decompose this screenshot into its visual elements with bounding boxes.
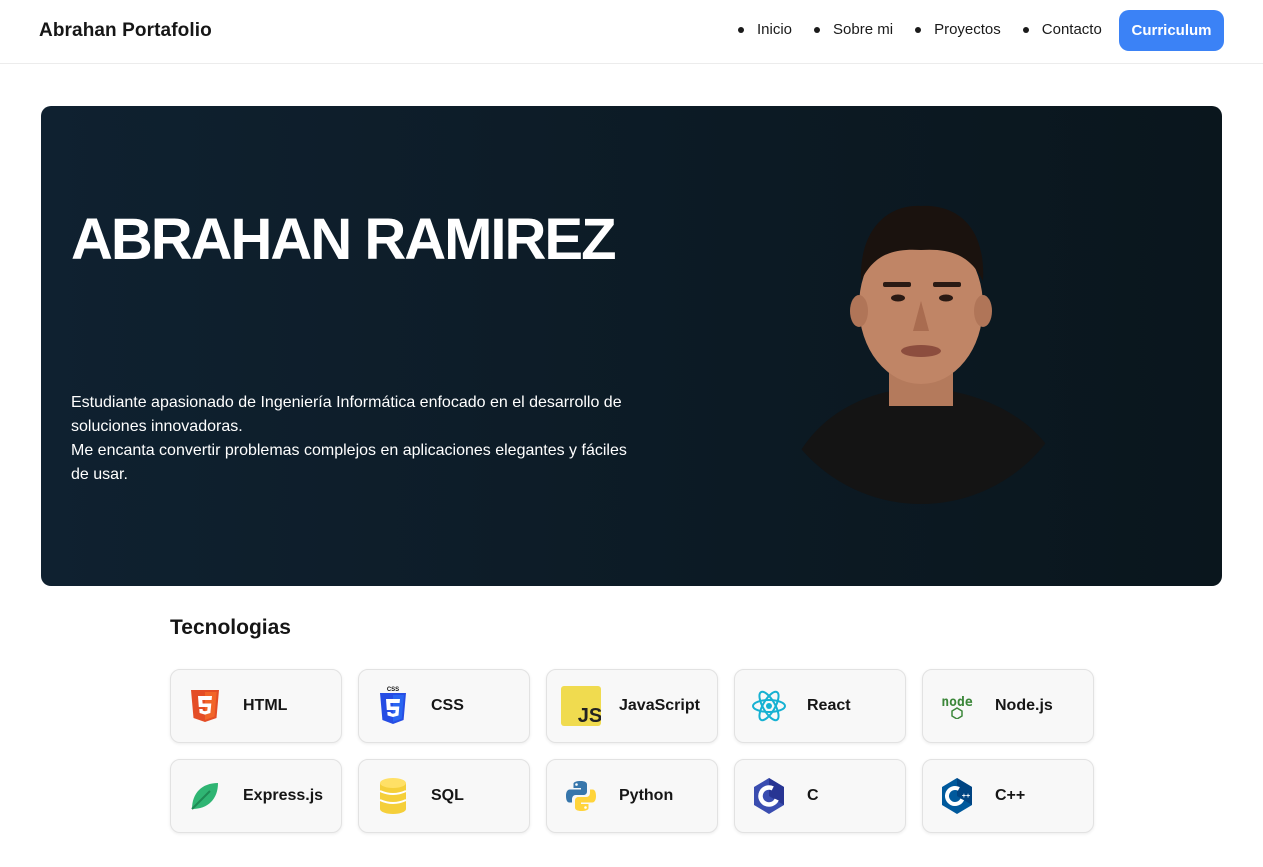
- tech-card-javascript[interactable]: JS JavaScript: [546, 669, 718, 743]
- tech-card-css[interactable]: CSS CSS: [358, 669, 530, 743]
- tech-label: Node.js: [995, 697, 1053, 714]
- tech-card-html[interactable]: HTML: [170, 669, 342, 743]
- nav-item-label: Sobre mi: [833, 21, 894, 38]
- nav-item-proyectos[interactable]: Proyectos: [915, 21, 1001, 38]
- nav-item-contacto[interactable]: Contacto: [1022, 21, 1102, 38]
- database-icon: [373, 776, 413, 816]
- tech-label: Express.js: [243, 787, 324, 804]
- hero-description: Estudiante apasionado de Ingeniería Info…: [71, 391, 631, 487]
- tech-label: HTML: [243, 697, 288, 714]
- react-icon: [749, 686, 789, 726]
- nav-item-label: Inicio: [757, 21, 793, 38]
- leaf-icon: [185, 776, 225, 816]
- tech-card-react[interactable]: React: [734, 669, 906, 743]
- hero-title: ABRAHAN RAMIREZ: [71, 207, 617, 272]
- c-icon: [749, 776, 789, 816]
- tech-label: React: [807, 697, 851, 714]
- tech-card-sql[interactable]: SQL: [358, 759, 530, 833]
- hero-banner: ABRAHAN RAMIREZ Estudiante apasionado de…: [41, 106, 1222, 586]
- top-navbar: Abrahan Portafolio Inicio Sobre mi Proye…: [0, 0, 1263, 64]
- main-nav: Inicio Sobre mi Proyectos Contacto: [738, 21, 1102, 38]
- tech-card-cplusplus[interactable]: ++ C++: [922, 759, 1094, 833]
- nav-item-sobre-mi[interactable]: Sobre mi: [814, 21, 893, 38]
- tech-label: JavaScript: [619, 697, 700, 714]
- svg-text:CSS: CSS: [387, 687, 399, 693]
- tech-card-nodejs[interactable]: node Node.js: [922, 669, 1094, 743]
- bullet-icon: [1022, 26, 1029, 33]
- tech-label: C: [807, 787, 819, 804]
- tech-label: SQL: [431, 787, 464, 804]
- curriculum-button[interactable]: Curriculum: [1119, 10, 1224, 51]
- nav-item-label: Proyectos: [934, 21, 1001, 38]
- html5-icon: [185, 686, 225, 726]
- hero-description-line: Me encanta convertir problemas complejos…: [71, 442, 627, 483]
- svg-text:++: ++: [962, 793, 970, 800]
- nodejs-icon: node: [937, 686, 977, 726]
- svg-text:JS: JS: [578, 705, 601, 726]
- technologies-title: Tecnologias: [170, 616, 291, 639]
- bullet-icon: [738, 26, 744, 33]
- python-icon: [561, 776, 601, 816]
- css3-icon: CSS: [373, 686, 413, 726]
- cplusplus-icon: ++: [937, 776, 977, 816]
- tech-label: C++: [995, 787, 1026, 804]
- technologies-grid: HTML CSS CSS JS JavaScript React node No…: [170, 669, 1094, 833]
- nav-item-inicio[interactable]: Inicio: [738, 21, 792, 38]
- tech-card-expressjs[interactable]: Express.js: [170, 759, 342, 833]
- tech-label: Python: [619, 787, 674, 804]
- tech-card-c[interactable]: C: [734, 759, 906, 833]
- tech-card-python[interactable]: Python: [546, 759, 718, 833]
- javascript-icon: JS: [561, 686, 601, 726]
- hero-description-line: Estudiante apasionado de Ingeniería Info…: [71, 394, 622, 435]
- nav-item-label: Contacto: [1041, 21, 1102, 38]
- bullet-icon: [915, 26, 922, 33]
- brand-title[interactable]: Abrahan Portafolio: [39, 20, 212, 42]
- tech-label: CSS: [431, 697, 464, 714]
- bullet-icon: [814, 26, 821, 33]
- profile-photo: [781, 205, 1071, 504]
